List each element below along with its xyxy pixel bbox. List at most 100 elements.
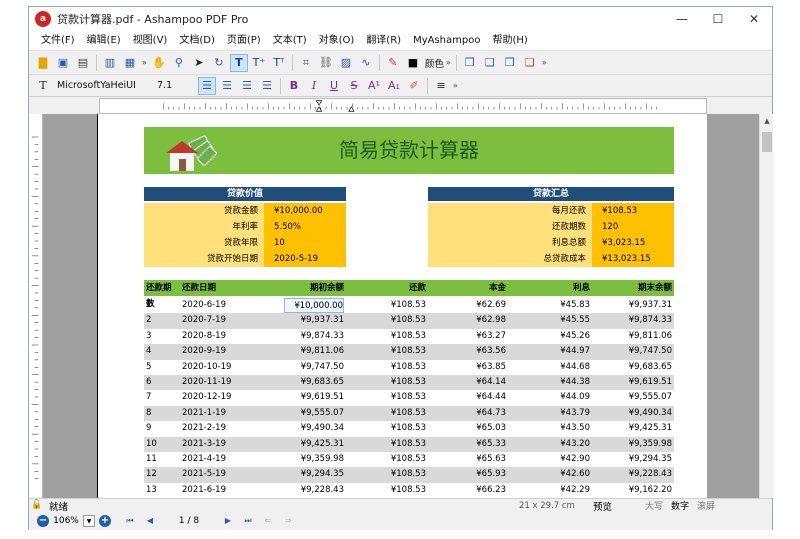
table-cell: 10 bbox=[146, 438, 157, 449]
vertical-scrollbar[interactable]: ▲ bbox=[759, 114, 773, 498]
link-icon[interactable]: ⛓ bbox=[317, 54, 335, 72]
copy-doc-icon[interactable]: ▥ bbox=[101, 54, 119, 72]
prev-page-icon[interactable]: ◀ bbox=[143, 514, 157, 528]
menu-object[interactable]: 对象(O) bbox=[313, 31, 361, 51]
table-row: 3 2020-8-19 ¥9,874.33 ¥108.53 ¥63.27 ¥45… bbox=[144, 329, 674, 344]
next-page-icon[interactable]: ▶ bbox=[221, 514, 235, 528]
table-cell: ¥63.56 bbox=[476, 346, 506, 357]
table-cell: ¥108.53 bbox=[390, 423, 426, 434]
insert-page-icon[interactable]: ❐ bbox=[461, 54, 479, 72]
table-cell: ¥9,619.51 bbox=[300, 392, 344, 403]
selected-text-cell[interactable]: ¥10,000.00 bbox=[284, 298, 344, 313]
menu-help[interactable]: 帮助(H) bbox=[486, 31, 533, 51]
export-doc-icon[interactable]: ▦ bbox=[121, 54, 139, 72]
document-title: 简易贷款计算器 bbox=[339, 138, 479, 162]
print-icon[interactable]: ▤ bbox=[74, 54, 92, 72]
pdf-page[interactable]: 简易贷款计算器 贷款价值 贷款金额 ¥10,000.00 年利率 5.50% 贷… bbox=[97, 114, 707, 498]
add-text-icon[interactable]: T⁺ bbox=[250, 54, 268, 72]
vertical-ruler[interactable] bbox=[29, 114, 43, 498]
save-icon[interactable]: ▣ bbox=[54, 54, 72, 72]
table-cell: ¥108.53 bbox=[390, 346, 426, 357]
minimize-button[interactable]: — bbox=[664, 7, 700, 31]
toolbar-more-icon[interactable]: » bbox=[446, 58, 451, 67]
zoom-level[interactable]: 106% bbox=[49, 516, 83, 526]
pen-icon[interactable]: ✎ bbox=[384, 54, 402, 72]
menu-edit[interactable]: 编辑(E) bbox=[81, 31, 127, 51]
subscript-icon[interactable]: A₁ bbox=[385, 77, 403, 95]
toolbar-more-icon[interactable]: » bbox=[453, 81, 458, 90]
history-back-icon[interactable]: ⇐ bbox=[261, 514, 275, 528]
menu-page[interactable]: 页面(P) bbox=[221, 31, 267, 51]
page-indicator[interactable]: 1 / 8 bbox=[160, 516, 218, 526]
superscript-icon[interactable]: A¹ bbox=[365, 77, 383, 95]
align-left-icon[interactable]: ☰ bbox=[198, 76, 216, 95]
table-cell: ¥43.20 bbox=[560, 438, 590, 449]
total-interest-value: ¥3,023.15 bbox=[592, 235, 674, 251]
table-cell: ¥108.53 bbox=[390, 484, 426, 495]
horizontal-ruler[interactable] bbox=[99, 98, 707, 114]
table-cell: 8 bbox=[146, 407, 152, 418]
select-arrow-icon[interactable]: ➤ bbox=[190, 54, 208, 72]
scroll-up-icon[interactable]: ▲ bbox=[760, 114, 774, 128]
lock-icon[interactable]: 🔓 bbox=[31, 500, 45, 512]
table-row: 7 2020-12-19 ¥9,619.51 ¥108.53 ¥64.44 ¥4… bbox=[144, 390, 674, 405]
strikethrough-icon[interactable]: S bbox=[345, 77, 363, 95]
menu-translate[interactable]: 翻译(R) bbox=[360, 31, 407, 51]
preview-label[interactable]: 预览 bbox=[593, 499, 645, 513]
line-spacing-icon[interactable]: ≡ bbox=[432, 77, 450, 95]
table-cell: ¥9,619.51 bbox=[628, 377, 672, 387]
path-icon[interactable]: ∿ bbox=[357, 54, 375, 72]
colors-label[interactable]: 颜色 bbox=[425, 56, 444, 70]
font-size-field[interactable]: 7.1 bbox=[157, 80, 197, 91]
toolbar-more-icon[interactable]: » bbox=[142, 58, 147, 67]
bold-icon[interactable]: B bbox=[285, 77, 303, 95]
table-cell: ¥64.14 bbox=[476, 377, 506, 387]
scrollbar-thumb[interactable] bbox=[762, 132, 772, 152]
zoom-out-button[interactable]: − bbox=[37, 515, 49, 527]
table-cell: ¥9,683.65 bbox=[300, 377, 344, 387]
font-name-field[interactable]: MicrosoftYaHeiUI bbox=[57, 80, 157, 91]
menu-view[interactable]: 视图(V) bbox=[127, 31, 174, 51]
align-right-icon[interactable]: ☰ bbox=[238, 77, 256, 95]
page-delete-icon[interactable]: ❑ bbox=[521, 54, 539, 72]
menu-text[interactable]: 文本(T) bbox=[267, 31, 313, 51]
maximize-button[interactable]: ☐ bbox=[700, 7, 736, 31]
table-cell: ¥63.27 bbox=[476, 330, 506, 341]
toolbar-divider bbox=[455, 54, 457, 71]
page-extract-icon[interactable]: ❒ bbox=[501, 54, 519, 72]
text-style-icon[interactable]: Tᵀ bbox=[270, 54, 288, 72]
toolbar-more-icon[interactable]: » bbox=[542, 58, 547, 67]
table-cell: ¥9,359.98 bbox=[628, 438, 672, 449]
table-cell: ¥9,811.06 bbox=[628, 330, 672, 341]
rotate-icon[interactable]: ↻ bbox=[210, 54, 228, 72]
open-folder-icon[interactable]: ▇ bbox=[34, 54, 52, 72]
italic-icon[interactable]: I bbox=[305, 77, 323, 95]
payment-count-label: 还款期数 bbox=[428, 219, 592, 235]
table-cell: 9 bbox=[146, 423, 152, 434]
zoom-tool-icon[interactable]: ⚲ bbox=[170, 54, 188, 72]
color-swatch-icon[interactable]: ■ bbox=[404, 54, 422, 72]
text-tool-icon[interactable]: T bbox=[229, 53, 248, 72]
menu-myashampoo[interactable]: MyAshampoo bbox=[407, 31, 486, 51]
close-button[interactable]: ✕ bbox=[736, 7, 772, 31]
crop-icon[interactable]: ⌗ bbox=[297, 54, 315, 72]
zoom-dropdown-icon[interactable]: ▼ bbox=[83, 515, 95, 527]
align-center-icon[interactable]: ☰ bbox=[218, 77, 236, 95]
table-cell: ¥64.44 bbox=[476, 392, 506, 403]
menu-file[interactable]: 文件(F) bbox=[35, 31, 81, 51]
page-add-icon[interactable]: ❏ bbox=[481, 54, 499, 72]
app-logo-icon[interactable]: a bbox=[35, 11, 51, 27]
hand-tool-icon[interactable]: ✋ bbox=[150, 54, 168, 72]
menu-document[interactable]: 文档(D) bbox=[173, 31, 221, 51]
last-page-icon[interactable]: ⏭ bbox=[241, 514, 255, 528]
monthly-payment-label: 每月还款 bbox=[428, 203, 592, 219]
align-justify-icon[interactable]: ☰ bbox=[258, 77, 276, 95]
underline-icon[interactable]: U bbox=[325, 77, 343, 95]
highlighter-icon[interactable]: ✐ bbox=[405, 77, 423, 95]
image-icon[interactable]: ▨ bbox=[337, 54, 355, 72]
zoom-in-button[interactable]: + bbox=[99, 515, 111, 527]
table-cell: 1 bbox=[146, 300, 152, 310]
table-cell: ¥42.60 bbox=[560, 469, 590, 480]
history-forward-icon[interactable]: ⇒ bbox=[281, 514, 295, 528]
first-page-icon[interactable]: ⏮ bbox=[123, 514, 137, 528]
